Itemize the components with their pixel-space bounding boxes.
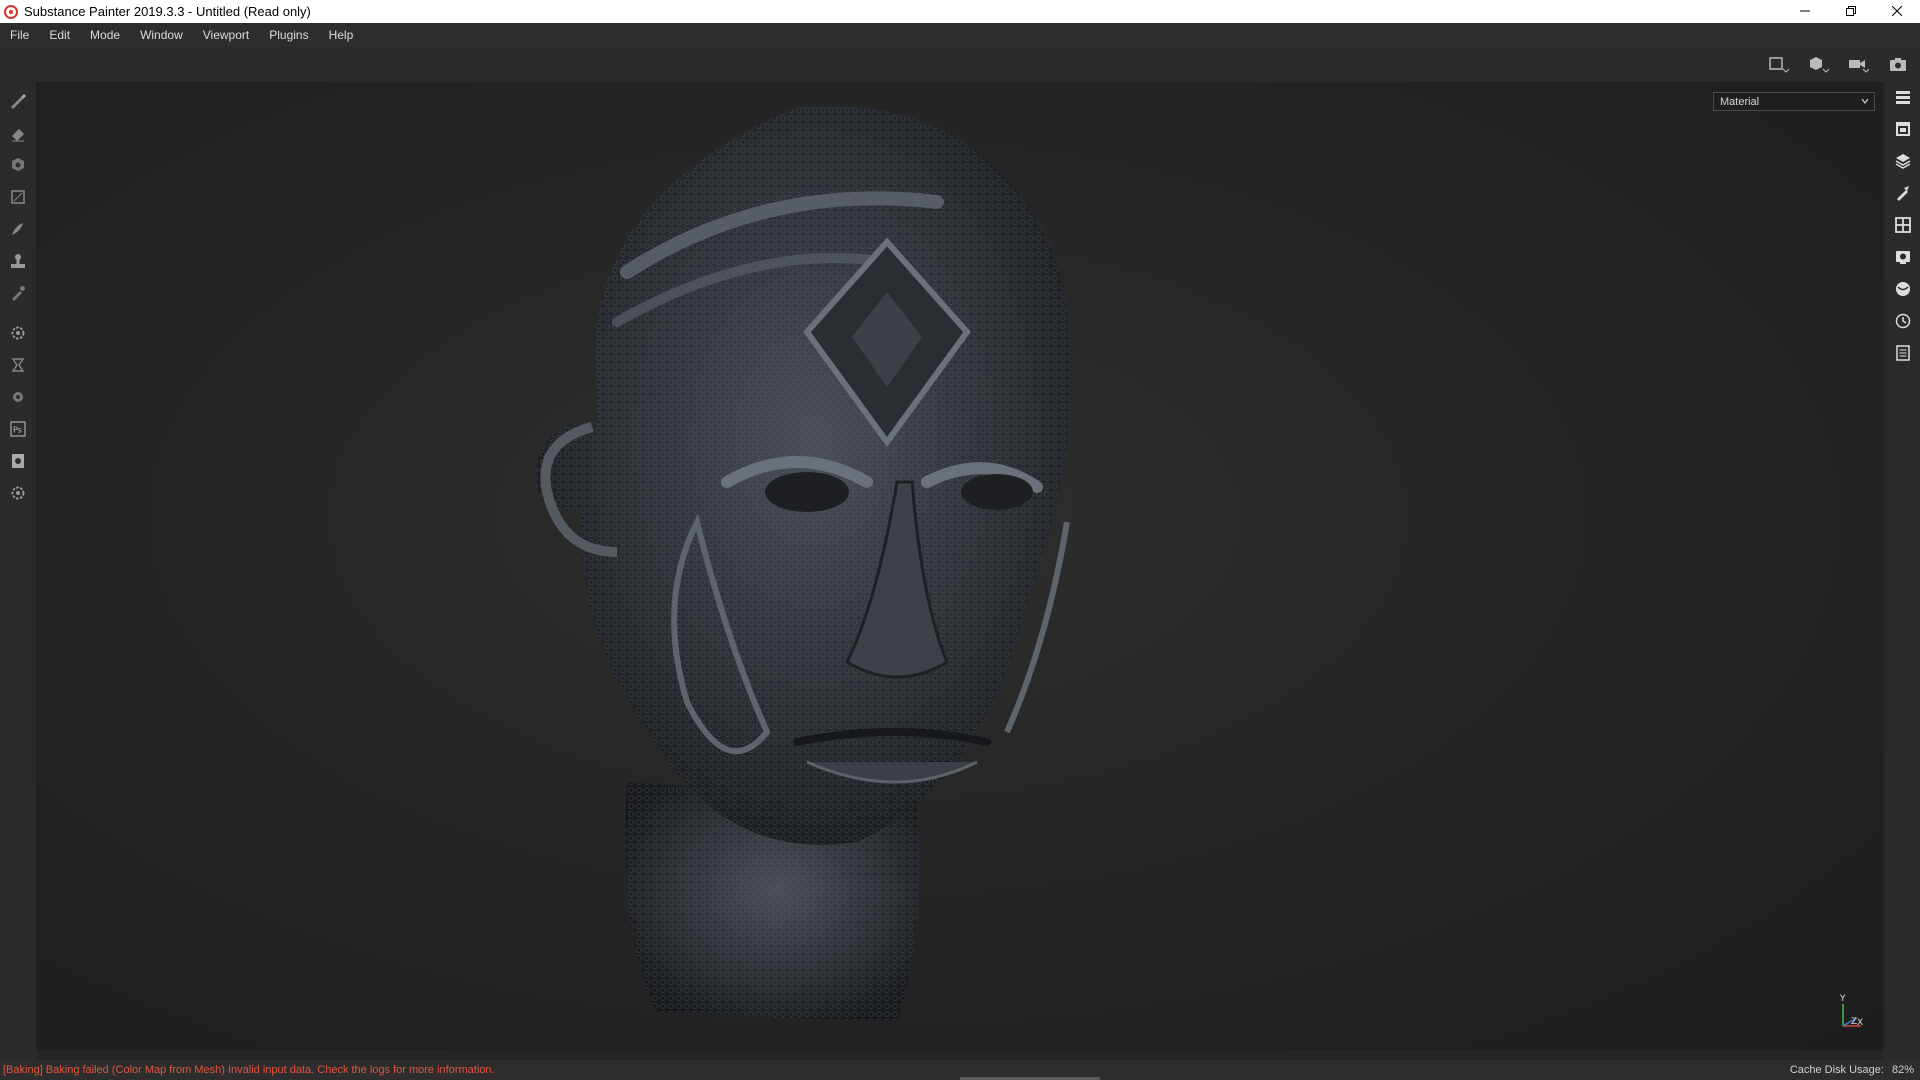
menu-help[interactable]: Help [319, 28, 364, 42]
minimize-icon [1800, 4, 1810, 19]
status-error-message[interactable]: [Baking] Baking failed (Color Map from M… [0, 1064, 1790, 1076]
left-toolbar: Ps [0, 82, 37, 1050]
cache-disk-usage-label: Cache Disk Usage: [1789, 1064, 1884, 1076]
export-icon[interactable] [7, 450, 29, 472]
close-button[interactable] [1874, 0, 1920, 23]
bake-icon[interactable] [7, 354, 29, 376]
substance-icon[interactable] [7, 386, 29, 408]
menu-window[interactable]: Window [130, 28, 193, 42]
sculpted-head-model[interactable] [467, 82, 1167, 1042]
camera-icon[interactable] [1844, 53, 1872, 75]
photoshop-icon[interactable]: Ps [7, 418, 29, 440]
clone-stamp-icon[interactable] [7, 250, 29, 272]
chevron-down-icon [1860, 96, 1870, 109]
viewport-toolbar [0, 47, 1920, 82]
restore-button[interactable] [1828, 0, 1874, 23]
shelf-icon[interactable] [1892, 278, 1914, 300]
settings-icon[interactable] [7, 322, 29, 344]
axis-gizmo: Y Z X [1835, 992, 1865, 1032]
menu-file[interactable]: File [0, 28, 39, 42]
menu-mode[interactable]: Mode [80, 28, 130, 42]
viewport-bottom-bar [37, 1050, 1883, 1060]
axis-x-label: X [1857, 1018, 1863, 1028]
color-picker-icon[interactable] [7, 282, 29, 304]
properties-icon[interactable] [1892, 182, 1914, 204]
plugin-icon[interactable] [7, 482, 29, 504]
geometry-mask-icon[interactable] [7, 186, 29, 208]
window-title: Substance Painter 2019.3.3 - Untitled (R… [24, 4, 311, 19]
display-settings-icon[interactable] [1892, 214, 1914, 236]
viewer-settings-icon[interactable] [1892, 246, 1914, 268]
layer-stack-icon[interactable] [1892, 150, 1914, 172]
paint-brush-icon[interactable] [7, 90, 29, 112]
svg-text:Ps: Ps [13, 426, 22, 435]
view-mode-icon[interactable] [1764, 53, 1792, 75]
projection-icon[interactable] [7, 154, 29, 176]
camera-cube-icon[interactable] [1804, 53, 1832, 75]
minimize-button[interactable] [1782, 0, 1828, 23]
cache-disk-usage-value: 82% [1891, 1064, 1914, 1076]
menu-edit[interactable]: Edit [39, 28, 80, 42]
menu-plugins[interactable]: Plugins [259, 28, 318, 42]
menu-bar: File Edit Mode Window Viewport Plugins H… [0, 23, 1920, 47]
right-toolbar [1884, 82, 1920, 1050]
restore-icon [1846, 4, 1856, 19]
channel-value: Material [1720, 95, 1760, 108]
menu-viewport[interactable]: Viewport [193, 28, 259, 42]
viewport[interactable]: Material Y Z X [37, 82, 1883, 1050]
app-icon [4, 4, 18, 19]
log-icon[interactable] [1892, 342, 1914, 364]
eraser-icon[interactable] [7, 122, 29, 144]
texture-set-icon[interactable] [1892, 118, 1914, 140]
title-bar: Substance Painter 2019.3.3 - Untitled (R… [0, 0, 1920, 23]
layers-list-icon[interactable] [1892, 86, 1914, 108]
smudge-icon[interactable] [7, 218, 29, 240]
close-icon [1891, 4, 1903, 19]
axis-y-label: Y [1839, 994, 1846, 1004]
history-icon[interactable] [1892, 310, 1914, 332]
screenshot-icon[interactable] [1884, 53, 1912, 75]
channel-dropdown[interactable]: Material [1713, 92, 1875, 111]
